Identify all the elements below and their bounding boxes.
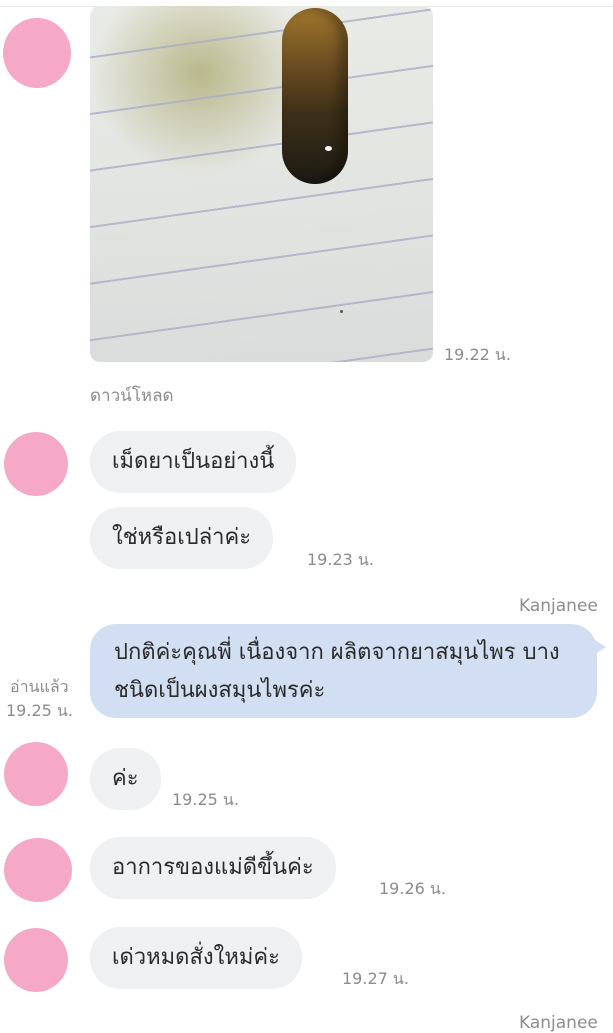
paper-speck [340, 310, 343, 313]
contact-avatar[interactable] [4, 432, 68, 496]
sender-name: Kanjanee [519, 596, 598, 616]
incoming-message-bubble[interactable]: เม็ดยาเป็นอย่างนี้ [90, 431, 297, 493]
incoming-message-bubble[interactable]: ค่ะ [90, 748, 161, 810]
shared-photo[interactable] [90, 6, 433, 362]
bubble-tail [592, 638, 606, 656]
message-timestamp: 19.25 น. [6, 701, 73, 720]
message-timestamp: 19.27 น. [342, 969, 409, 988]
incoming-message-bubble[interactable]: อาการของแม่ดีขึ้นค่ะ [90, 837, 336, 899]
outgoing-message-text: ปกติค่ะคุณพี่ เนื่องจาก ผลิตจากยาสมุนไพร… [114, 640, 560, 703]
capsule-image [282, 8, 348, 184]
download-link[interactable]: ดาวน์โหลด [90, 382, 174, 409]
contact-avatar[interactable] [4, 742, 68, 806]
photo-paper-lines [90, 6, 433, 362]
outgoing-message-bubble[interactable]: ปกติค่ะคุณพี่ เนื่องจาก ผลิตจากยาสมุนไพร… [90, 624, 606, 718]
capsule-glint [325, 146, 332, 151]
incoming-message-bubble[interactable]: เด่วหมดสั่งใหม่ค่ะ [90, 927, 302, 989]
incoming-message-bubble[interactable]: ใช่หรือเปล่าค่ะ [90, 507, 274, 569]
contact-avatar[interactable] [3, 18, 71, 88]
sender-name: Kanjanee [519, 1013, 598, 1033]
read-receipt: อ่านแล้ว [10, 677, 69, 696]
message-timestamp: 19.25 น. [172, 790, 239, 809]
message-timestamp: 19.22 น. [444, 345, 511, 364]
contact-avatar[interactable] [4, 928, 68, 992]
contact-avatar[interactable] [4, 838, 72, 902]
message-timestamp: 19.23 น. [307, 550, 374, 569]
message-timestamp: 19.26 น. [379, 879, 446, 898]
